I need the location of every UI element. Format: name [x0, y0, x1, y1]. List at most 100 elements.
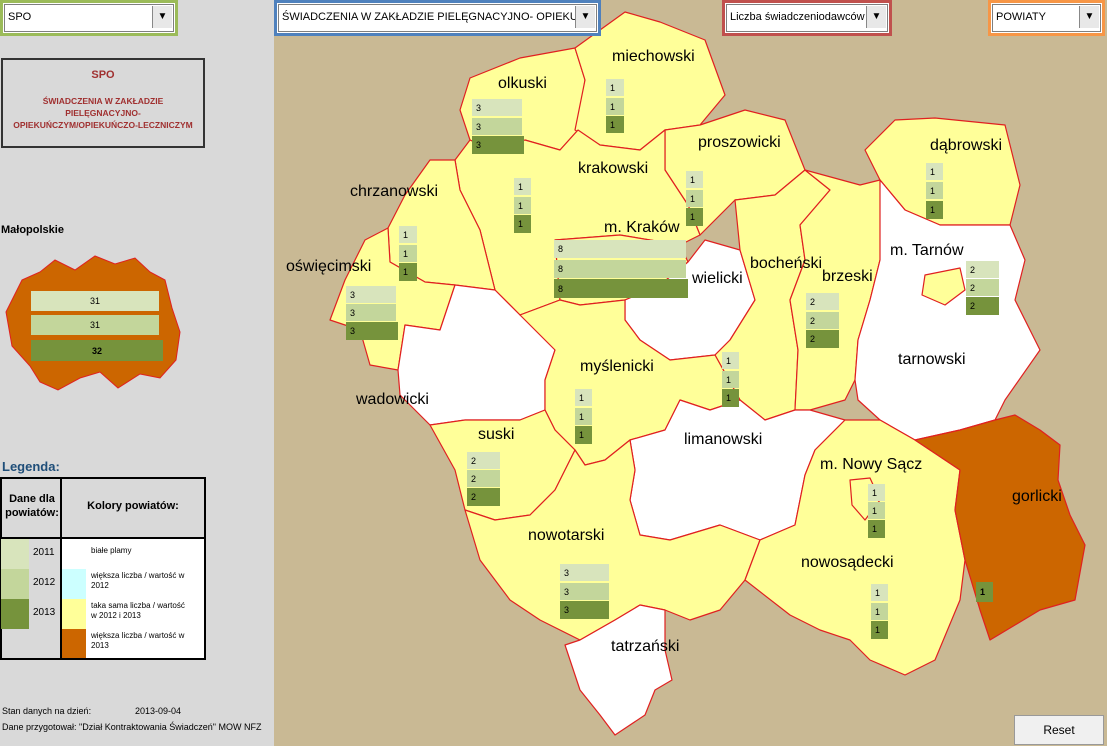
- legend-color-more-2012: [62, 569, 86, 599]
- legend-colors-header: Kolory powiatów:: [87, 500, 179, 512]
- district-label-proszowicki: proszowicki: [698, 134, 781, 151]
- proszowicki-value-2012: 1: [686, 190, 703, 207]
- myslenicki-value-2012: 1: [575, 408, 592, 425]
- service-info-desc-line-1: ŚWIADCZENIA W ZAKŁADZIE: [42, 96, 164, 106]
- service-info-box: SPO ŚWIADCZENIA W ZAKŁADZIE PIELĘGNACYJN…: [1, 58, 205, 148]
- district-label-nowotarski: nowotarski: [528, 527, 605, 544]
- mnowysacz-value-2012: 1: [868, 502, 885, 519]
- dabrowski-value-2013: 1: [926, 201, 943, 219]
- district-label-gorlicki: gorlicki: [1012, 488, 1062, 505]
- mnowysacz-value-2013: 1: [868, 520, 885, 538]
- district-label-wadowicki: wadowicki: [356, 391, 429, 408]
- service-dropdown[interactable]: ŚWIADCZENIA W ZAKŁADZIE PIELĘGNACYJNO- O…: [274, 0, 601, 36]
- legend-color-white-spot: [62, 539, 86, 569]
- bochenski-value-2013: 1: [722, 389, 739, 407]
- data-author: Dane przygotował: "Dział Kontraktowania …: [2, 722, 262, 732]
- legend-item-more-2013-line-1: większa liczba / wartość w: [91, 631, 185, 640]
- district-label-brzeski: brzeski: [822, 268, 873, 285]
- district-label-suski: suski: [478, 426, 515, 443]
- metric-dropdown-arrow[interactable]: ▼: [866, 6, 886, 28]
- legend-swatch-2011: [1, 539, 29, 569]
- district-label-limanowski: limanowski: [684, 431, 763, 448]
- district-label-olkuski: olkuski: [498, 75, 547, 92]
- district-label-dabrowski: dąbrowski: [930, 137, 1003, 154]
- metric-dropdown[interactable]: Liczba świadczeniodawców ▼: [722, 0, 892, 36]
- nowosadecki-value-2013: 1: [871, 621, 888, 639]
- legend-item-same-line-1: taka sama liczba / wartość: [91, 601, 185, 610]
- mkrakow-value-2012: 8: [554, 260, 686, 278]
- district-label-mkrakow: m. Kraków: [604, 219, 680, 236]
- region-value-2012: 31: [31, 315, 159, 335]
- oswiecimski-value-2013: 3: [346, 322, 398, 340]
- legend-year-2011: 2011: [33, 547, 55, 558]
- district-label-tatrzanski: tatrzański: [611, 638, 680, 655]
- level-dropdown-arrow[interactable]: ▼: [1079, 6, 1099, 28]
- region-value-2013: 32: [31, 340, 163, 361]
- service-info-desc-line-3: OPIEKUŃCZYM/OPIEKUŃCZO-LECZNICZYM: [13, 120, 193, 130]
- nowotarski-value-2012: 3: [560, 583, 609, 600]
- legend-item-more-2012: większa liczba / wartość w 2012: [91, 571, 203, 591]
- chrzanowski-value-2011: 1: [399, 226, 417, 243]
- krakowski-value-2011: 1: [514, 178, 531, 195]
- type-dropdown[interactable]: SPO ▼: [0, 0, 178, 36]
- olkuski-value-2013: 3: [472, 136, 524, 154]
- dabrowski-value-2012: 1: [926, 182, 943, 199]
- legend-item-same: taka sama liczba / wartość w 2012 i 2013: [91, 601, 203, 621]
- legend-item-more-2012-line-1: większa liczba / wartość w: [91, 571, 185, 580]
- myslenicki-value-2013: 1: [575, 426, 592, 444]
- type-dropdown-field[interactable]: SPO ▼: [4, 4, 174, 32]
- legend-item-more-2012-line-2: 2012: [91, 581, 109, 590]
- district-label-wielicki: wielicki: [692, 270, 743, 287]
- service-info-description: ŚWIADCZENIA W ZAKŁADZIE PIELĘGNACYJNO- O…: [3, 95, 203, 131]
- metric-dropdown-value: Liczba świadczeniodawców: [730, 11, 865, 23]
- legend-data-header-line-1: Dane dla: [9, 493, 55, 505]
- bochenski-value-2012: 1: [722, 371, 739, 388]
- legend-item-same-line-2: w 2012 i 2013: [91, 611, 141, 620]
- chrzanowski-value-2013: 1: [399, 263, 417, 281]
- level-dropdown-field[interactable]: POWIATY ▼: [992, 4, 1101, 32]
- district-label-myslenicki: myślenicki: [580, 358, 654, 375]
- nowosadecki-value-2012: 1: [871, 603, 888, 620]
- service-dropdown-value: ŚWIADCZENIA W ZAKŁADZIE PIELĘGNACYJNO- O…: [282, 11, 594, 23]
- legend-color-same: [62, 599, 86, 629]
- mtarnow-value-2012: 2: [966, 279, 999, 296]
- legend-title: Legenda:: [2, 459, 60, 474]
- myslenicki-value-2011: 1: [575, 389, 592, 406]
- proszowicki-value-2011: 1: [686, 171, 703, 188]
- miechowski-value-2012: 1: [606, 98, 624, 115]
- legend-item-more-2013-line-2: 2013: [91, 641, 109, 650]
- metric-dropdown-field[interactable]: Liczba świadczeniodawców ▼: [726, 4, 888, 32]
- miechowski-value-2011: 1: [606, 79, 624, 96]
- level-dropdown[interactable]: POWIATY ▼: [988, 0, 1105, 36]
- mkrakow-value-2013: 8: [554, 279, 688, 298]
- service-info-title: SPO: [91, 69, 115, 81]
- mtarnow-value-2011: 2: [966, 261, 999, 278]
- olkuski-value-2012: 3: [472, 118, 522, 135]
- legend-swatch-2012: [1, 569, 29, 599]
- region-value-2011: 31: [31, 291, 159, 311]
- legend-data-header: Dane dla powiatów:: [3, 492, 61, 520]
- service-dropdown-field[interactable]: ŚWIADCZENIA W ZAKŁADZIE PIELĘGNACYJNO- O…: [278, 4, 597, 32]
- district-label-bochenski: bocheński: [750, 255, 823, 272]
- krakowski-value-2013: 1: [514, 215, 531, 233]
- type-dropdown-arrow[interactable]: ▼: [152, 6, 172, 28]
- proszowicki-value-2013: 1: [686, 208, 703, 226]
- district-label-krakowski: krakowski: [578, 160, 649, 177]
- mkrakow-value-2011: 8: [554, 240, 686, 258]
- legend-data-header-line-2: powiatów:: [5, 507, 59, 519]
- mtarnow-value-2013: 2: [966, 297, 999, 315]
- district-label-nowosadecki: nowosądecki: [801, 554, 894, 571]
- legend-item-more-2013: większa liczba / wartość w 2013: [91, 631, 203, 651]
- nowotarski-value-2013: 3: [560, 601, 609, 619]
- krakowski-value-2012: 1: [514, 197, 531, 214]
- brzeski-value-2013: 2: [806, 330, 839, 348]
- service-info-desc-line-2: PIELĘGNACYJNO-: [65, 108, 141, 118]
- legend-year-2013: 2013: [33, 607, 56, 618]
- level-dropdown-value: POWIATY: [996, 11, 1046, 23]
- district-label-miechowski: miechowski: [612, 48, 695, 65]
- reset-button[interactable]: Reset: [1014, 715, 1104, 745]
- legend-color-more-2013: [62, 629, 86, 658]
- service-dropdown-arrow[interactable]: ▼: [575, 6, 595, 28]
- district-map: [329, 11, 1086, 736]
- legend-item-white-spot: białe plamy: [91, 546, 203, 556]
